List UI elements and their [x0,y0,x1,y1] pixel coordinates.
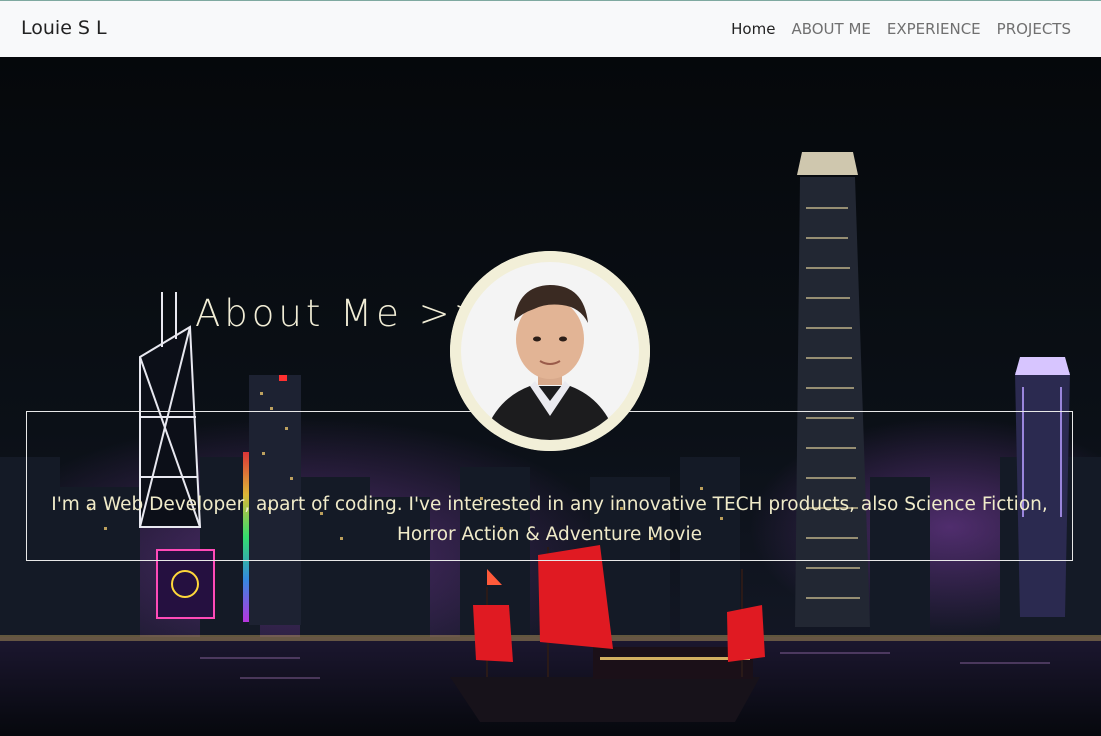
nav-link-home[interactable]: Home [731,20,775,38]
nav-link-experience[interactable]: EXPERIENCE [887,20,981,38]
profile-avatar [450,251,650,451]
brand-link[interactable]: Louie S L [21,17,107,39]
hero-section: About Me >>> I'm a Web Developer, apart … [0,57,1101,736]
top-navbar: Louie S L Home ABOUT ME EXPERIENCE PROJE… [0,0,1101,57]
about-description: I'm a Web Developer, apart of coding. I'… [51,494,1048,545]
nav-link-projects[interactable]: PROJECTS [997,20,1071,38]
nav-link-about-me[interactable]: ABOUT ME [791,20,870,38]
profile-photo [450,251,650,451]
nav-links: Home ABOUT ME EXPERIENCE PROJECTS [731,20,1071,38]
